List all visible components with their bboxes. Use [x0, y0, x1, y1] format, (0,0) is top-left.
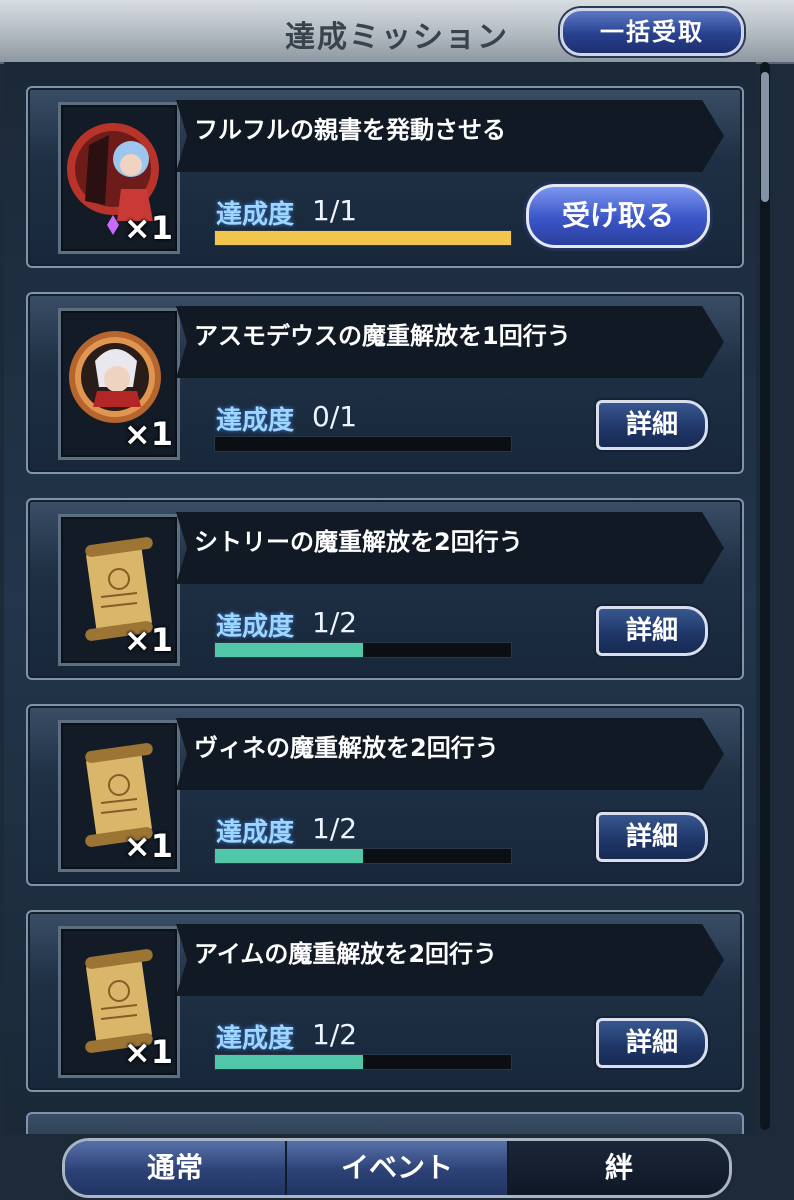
reward-slot[interactable]: ×1 [58, 308, 180, 460]
progress-label: 達成度 [216, 200, 295, 230]
progress-bar [214, 230, 512, 246]
receive-button[interactable]: 受け取る [526, 184, 710, 248]
progress-value: 0/1 [312, 400, 358, 433]
mission-card-partial [26, 1112, 744, 1134]
progress-bar [214, 1054, 512, 1070]
progress-bar [214, 848, 512, 864]
mission-title: ヴィネの魔重解放を2回行う [194, 734, 499, 762]
mission-list-panel[interactable]: ×1 フルフルの親書を発動させる 達成度 1/1 受け取る ×1 アスモデウスの… [4, 62, 756, 1134]
reward-quantity: ×1 [123, 415, 173, 453]
mission-title: アスモデウスの魔重解放を1回行う [194, 322, 571, 350]
mission-title: アイムの魔重解放を2回行う [194, 940, 498, 968]
reward-slot[interactable]: ×1 [58, 514, 180, 666]
progress-bar-fill [215, 1055, 363, 1069]
progress-value: 1/2 [312, 812, 358, 845]
progress-bar-fill [215, 643, 363, 657]
detail-button[interactable]: 詳細 [596, 812, 708, 862]
progress-label: 達成度 [216, 1024, 295, 1054]
scrollbar[interactable] [760, 62, 770, 1130]
bulk-receive-button[interactable]: 一括受取 [560, 8, 744, 56]
detail-button[interactable]: 詳細 [596, 400, 708, 450]
tab-normal[interactable]: 通常 [65, 1141, 287, 1195]
mission-title-bar: アイムの魔重解放を2回行う [176, 924, 724, 996]
mission-card: ×1 アイムの魔重解放を2回行う 達成度 1/2 詳細 [26, 910, 744, 1092]
mission-title-bar: フルフルの親書を発動させる [176, 100, 724, 172]
mission-title-bar: アスモデウスの魔重解放を1回行う [176, 306, 724, 378]
progress-bar-fill [215, 231, 511, 245]
detail-button[interactable]: 詳細 [596, 606, 708, 656]
mission-title: フルフルの親書を発動させる [194, 116, 506, 144]
mission-title-bar: ヴィネの魔重解放を2回行う [176, 718, 724, 790]
reward-slot[interactable]: ×1 [58, 102, 180, 254]
progress-bar [214, 642, 512, 658]
mission-card: ×1 フルフルの親書を発動させる 達成度 1/1 受け取る [26, 86, 744, 268]
reward-quantity: ×1 [123, 209, 173, 247]
header: 達成ミッション 一括受取 [0, 0, 794, 64]
mission-card: ×1 アスモデウスの魔重解放を1回行う 達成度 0/1 詳細 [26, 292, 744, 474]
tab-bar: 通常 イベント 絆 [62, 1138, 732, 1198]
reward-quantity: ×1 [123, 621, 173, 659]
reward-slot[interactable]: ×1 [58, 720, 180, 872]
mission-card: ×1 ヴィネの魔重解放を2回行う 達成度 1/2 詳細 [26, 704, 744, 886]
mission-title-bar: シトリーの魔重解放を2回行う [176, 512, 724, 584]
scrollbar-thumb[interactable] [761, 72, 769, 202]
progress-label: 達成度 [216, 818, 295, 848]
progress-value: 1/1 [312, 194, 358, 227]
progress-value: 1/2 [312, 606, 358, 639]
tab-bond[interactable]: 絆 [509, 1141, 729, 1195]
progress-label: 達成度 [216, 406, 295, 436]
progress-bar-fill [215, 849, 363, 863]
progress-label: 達成度 [216, 612, 295, 642]
reward-slot[interactable]: ×1 [58, 926, 180, 1078]
detail-button[interactable]: 詳細 [596, 1018, 708, 1068]
mission-title: シトリーの魔重解放を2回行う [194, 528, 523, 556]
reward-quantity: ×1 [123, 1033, 173, 1071]
progress-value: 1/2 [312, 1018, 358, 1051]
progress-bar [214, 436, 512, 452]
tab-event[interactable]: イベント [287, 1141, 509, 1195]
mission-card: ×1 シトリーの魔重解放を2回行う 達成度 1/2 詳細 [26, 498, 744, 680]
reward-quantity: ×1 [123, 827, 173, 865]
